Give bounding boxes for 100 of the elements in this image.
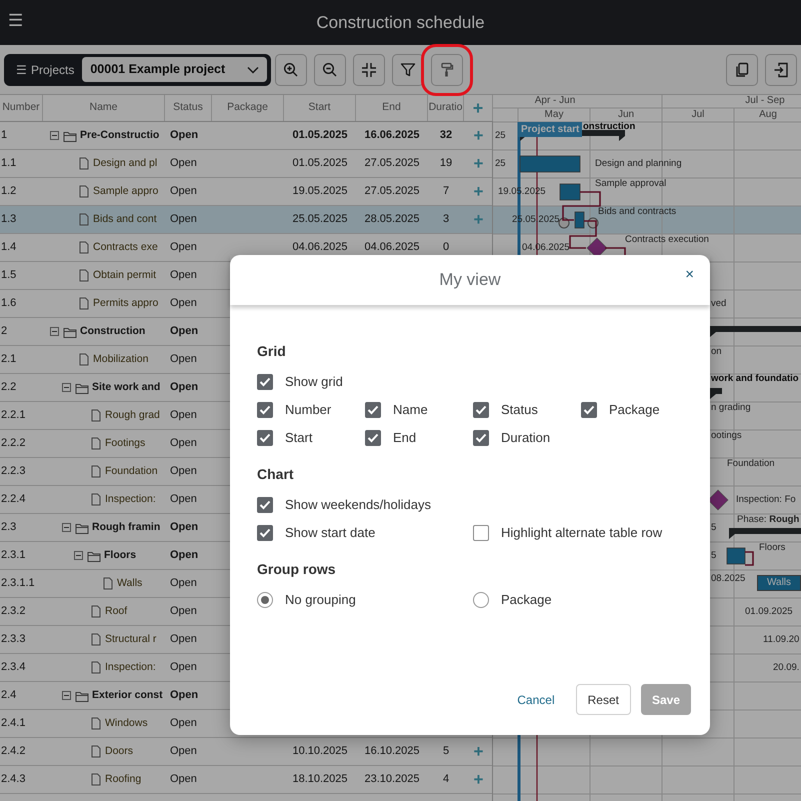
checkbox[interactable] bbox=[257, 430, 273, 446]
column-header[interactable]: Package bbox=[212, 95, 284, 121]
collapse-toggle-icon[interactable] bbox=[62, 523, 71, 532]
column-header[interactable]: Number bbox=[0, 95, 43, 121]
row-number: 2.4.1 bbox=[0, 716, 26, 732]
checkbox-option[interactable]: Start bbox=[257, 428, 365, 448]
month-label: Jul bbox=[692, 109, 704, 121]
status-cell-text: Open bbox=[169, 464, 198, 480]
row-number: 2.1 bbox=[0, 352, 18, 368]
checkbox[interactable] bbox=[257, 525, 273, 541]
task-bar: Walls bbox=[757, 575, 801, 591]
task-name: Pre-Constructio bbox=[80, 128, 160, 143]
collapse-toggle-icon[interactable] bbox=[74, 551, 83, 560]
checkbox-option[interactable]: Show weekends/holidays bbox=[257, 495, 689, 515]
reset-button[interactable]: Reset bbox=[576, 684, 631, 715]
document-icon bbox=[91, 605, 101, 618]
radio-button[interactable] bbox=[257, 592, 273, 608]
project-select[interactable]: 00001 Example project bbox=[82, 57, 268, 82]
date-label: 08.2025 bbox=[711, 573, 746, 585]
checkbox-option[interactable]: Show start date bbox=[257, 523, 473, 543]
checkbox-option[interactable]: Number bbox=[257, 400, 365, 420]
table-row[interactable]: 1.1 Design and pl Open 01.05.2025 27.05.2025 19 + bbox=[0, 150, 492, 178]
collapse-toggle-icon[interactable] bbox=[62, 383, 71, 392]
table-row[interactable]: 1.3 Bids and cont Open 25.05.2025 28.05.2025 3 + bbox=[0, 206, 492, 234]
task-name: Doors bbox=[105, 744, 134, 759]
column-header[interactable]: Status bbox=[165, 95, 212, 121]
date-label: 11.09.20 bbox=[763, 634, 800, 646]
task-label: on bbox=[711, 346, 722, 358]
copy-button[interactable] bbox=[726, 54, 758, 86]
month-label: Jun bbox=[618, 109, 634, 121]
row-number: 1.6 bbox=[0, 296, 18, 312]
column-header[interactable]: Name bbox=[43, 95, 165, 121]
task-bar bbox=[520, 156, 580, 172]
status-cell-text: Open bbox=[169, 184, 198, 200]
checkbox[interactable] bbox=[257, 497, 273, 513]
checkbox[interactable] bbox=[473, 525, 489, 541]
zoom-out-button[interactable] bbox=[314, 54, 346, 86]
checkbox[interactable] bbox=[473, 402, 489, 418]
checkbox-option[interactable]: End bbox=[365, 428, 473, 448]
checkbox[interactable] bbox=[365, 402, 381, 418]
document-icon bbox=[91, 437, 101, 450]
column-header[interactable]: Start bbox=[284, 95, 356, 121]
date-label: 01.09.2025 bbox=[745, 606, 793, 618]
radio-option[interactable]: Package bbox=[473, 590, 689, 610]
folder-icon bbox=[63, 325, 77, 338]
checkbox[interactable] bbox=[473, 430, 489, 446]
task-name: Walls bbox=[117, 576, 142, 591]
checkbox[interactable] bbox=[365, 430, 381, 446]
export-button[interactable] bbox=[765, 54, 797, 86]
phase-label: work and foundatio bbox=[711, 373, 799, 385]
phase-label: onstruction bbox=[583, 121, 636, 133]
checkbox-option[interactable]: Show grid bbox=[257, 372, 689, 392]
chevron-down-icon bbox=[247, 66, 260, 74]
row-number: 1.1 bbox=[0, 156, 18, 172]
cancel-link[interactable]: Cancel bbox=[506, 684, 566, 715]
status-cell-text: Open bbox=[169, 492, 198, 508]
task-label: ootings bbox=[711, 430, 742, 442]
radio-option[interactable]: No grouping bbox=[257, 590, 473, 610]
checkbox-option[interactable]: Status bbox=[473, 400, 581, 420]
checkbox[interactable] bbox=[581, 402, 597, 418]
radio-button[interactable] bbox=[473, 592, 489, 608]
column-header[interactable]: End bbox=[356, 95, 428, 121]
corner-arrows-icon bbox=[361, 62, 378, 78]
projects-button[interactable]: ☰ Projects bbox=[16, 60, 74, 78]
section-title: Chart bbox=[257, 465, 295, 484]
document-icon bbox=[79, 353, 89, 366]
checkbox-option[interactable]: Name bbox=[365, 400, 473, 420]
table-row[interactable]: 2.4.2 Doors Open 10.10.2025 16.10.2025 5 + bbox=[0, 738, 492, 766]
task-label: Floors bbox=[759, 542, 786, 554]
row-number: 1.3 bbox=[0, 212, 18, 228]
collapse-button[interactable] bbox=[353, 54, 386, 86]
task-bar bbox=[560, 184, 580, 200]
duration-cell-text: 0 bbox=[442, 240, 450, 256]
status-cell-text: Open bbox=[169, 548, 200, 564]
row-number: 2.3.4 bbox=[0, 660, 26, 676]
zoom-in-button[interactable] bbox=[275, 54, 308, 86]
checkbox-option[interactable]: Package bbox=[581, 400, 689, 420]
date-label: 25 bbox=[495, 158, 506, 170]
duration-cell-text: 3 bbox=[442, 212, 450, 228]
collapse-toggle-icon[interactable] bbox=[62, 691, 71, 700]
checkbox[interactable] bbox=[257, 402, 273, 418]
checkbox[interactable] bbox=[257, 374, 273, 390]
collapse-toggle-icon[interactable] bbox=[50, 131, 59, 140]
document-icon bbox=[91, 409, 101, 422]
column-header[interactable]: Duratio bbox=[428, 95, 464, 121]
status-cell-text: Open bbox=[169, 436, 198, 452]
checkbox-option[interactable]: Duration bbox=[473, 428, 581, 448]
checkbox-option[interactable]: Highlight alternate table row bbox=[473, 523, 689, 543]
table-row[interactable]: 1 Pre-Constructio Open 01.05.2025 16.06.2025 32 + bbox=[0, 122, 492, 150]
status-cell-text: Open bbox=[169, 324, 200, 340]
collapse-toggle-icon[interactable] bbox=[50, 327, 59, 336]
menu-button[interactable]: ☰ bbox=[8, 11, 23, 31]
row-number: 2.4 bbox=[0, 688, 18, 704]
close-button[interactable]: × bbox=[685, 267, 694, 282]
quarter-label: Jul - Sep bbox=[745, 95, 785, 107]
table-row[interactable]: 2.4.3 Roofing Open 18.10.2025 23.10.2025 4 + bbox=[0, 766, 492, 794]
start-date-cell-text: 04.06.2025 bbox=[291, 240, 349, 256]
task-name: Roof bbox=[105, 604, 128, 619]
row-number: 2.3 bbox=[0, 520, 18, 536]
document-icon bbox=[79, 269, 89, 282]
